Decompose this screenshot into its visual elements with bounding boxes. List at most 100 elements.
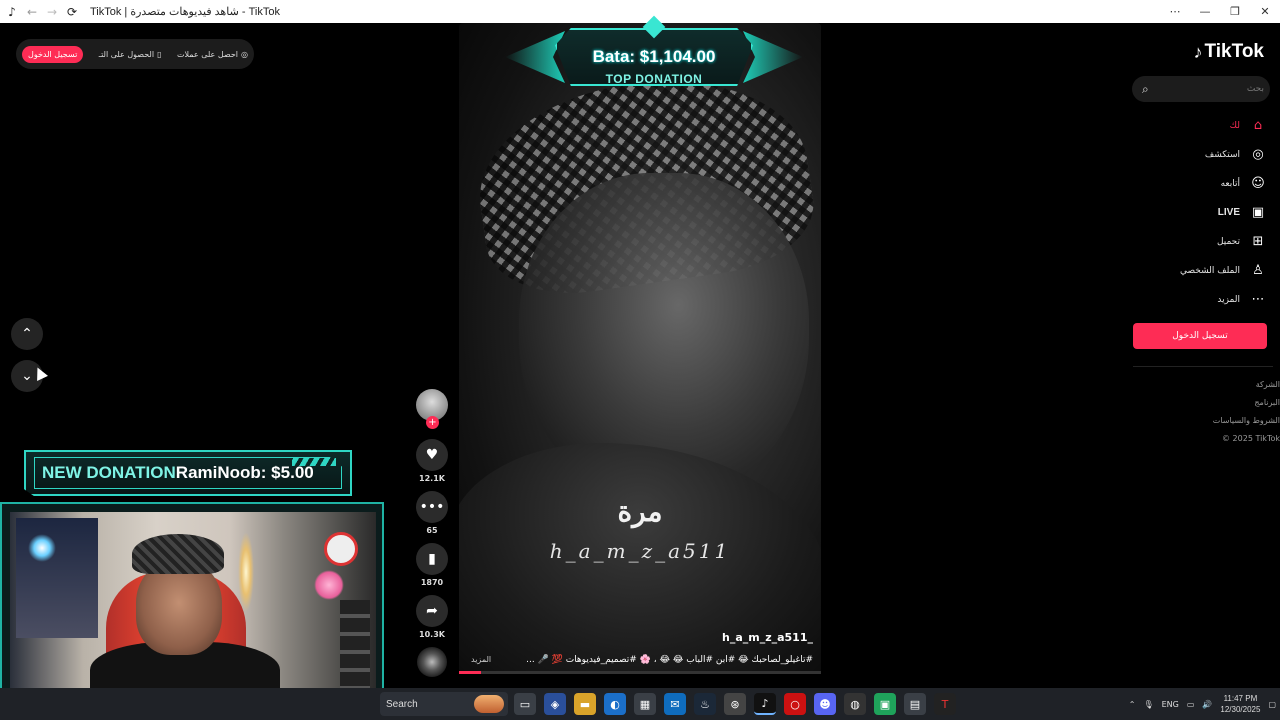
get-coins-button[interactable]: احصل على عملات ◎ xyxy=(177,50,248,59)
more-icon[interactable]: ⋯ xyxy=(1160,0,1190,23)
file-explorer-icon[interactable]: ▬ xyxy=(574,693,596,715)
share-action[interactable]: ➦ 10.3K xyxy=(413,595,451,639)
store-icon[interactable]: ▦ xyxy=(634,693,656,715)
comment-icon[interactable]: ••• xyxy=(416,491,448,523)
sidebar-item-label: LIVE xyxy=(1217,207,1240,218)
sidebar-divider xyxy=(1133,366,1273,367)
search-input[interactable]: بحث ⌕ xyxy=(1132,76,1270,102)
footer-link-terms[interactable]: الشروط والسياسات xyxy=(1213,412,1280,430)
coin-icon: ◎ xyxy=(241,49,248,59)
back-icon[interactable]: ← xyxy=(24,4,40,20)
get-app-label: الحصول على التـ xyxy=(98,49,155,59)
sidebar-item-explore[interactable]: استكشف ◎ xyxy=(1180,140,1266,169)
opera-icon[interactable]: ○ xyxy=(784,693,806,715)
login-button[interactable]: تسجيل الدخول xyxy=(1133,323,1267,349)
get-coins-label: احصل على عملات xyxy=(176,49,238,59)
video-author[interactable]: h_a_m_z_a511_ xyxy=(722,631,813,644)
browser-titlebar: ♪ ← → ⟳ TikTok | شاهد فيديوهات متصدرة - … xyxy=(0,0,1280,23)
sidebar-item-more[interactable]: المزيد ⋯ xyxy=(1180,285,1266,314)
login-button-small[interactable]: تسجيل الدخول xyxy=(22,45,84,63)
bookmark-count: 1870 xyxy=(420,578,444,587)
music-disc-icon[interactable] xyxy=(417,647,447,677)
sidebar-item-live[interactable]: LIVE ▣ xyxy=(1180,198,1266,227)
green-app-icon[interactable]: ▣ xyxy=(874,693,896,715)
taskbar-search-label: Search xyxy=(386,698,418,710)
top-donation-overlay: Bata: $1,104.00 TOP DONATION xyxy=(505,15,803,91)
top-donation-label: TOP DONATION xyxy=(605,72,703,86)
creator-avatar[interactable]: + xyxy=(416,389,448,429)
video-actions: + ♥ 12.1K ••• 65 ▮ 1870 ➦ 10.3K xyxy=(413,389,451,677)
discord-icon[interactable]: ☻ xyxy=(814,693,836,715)
ak-app-icon[interactable]: ⊛ xyxy=(724,693,746,715)
bookmark-action[interactable]: ▮ 1870 xyxy=(413,543,451,587)
profile-icon: ♙ xyxy=(1252,263,1264,278)
copilot-icon[interactable]: ◈ xyxy=(544,693,566,715)
phone-icon: ▯ xyxy=(157,49,162,59)
get-app-button[interactable]: الحصول على التـ ▯ xyxy=(99,50,162,59)
new-donation-name-amount: RamiNoob: $5.00 xyxy=(175,463,314,482)
taskbar-clock[interactable]: 11:47 PM 12/30/2025 xyxy=(1220,693,1260,715)
sidebar: ♪ TikTok بحث ⌕ لك ⌂ استكشف ◎ أتابعه ☺ LI… xyxy=(1128,23,1280,688)
upload-icon: ⊞ xyxy=(1252,234,1264,249)
share-icon[interactable]: ➦ xyxy=(416,595,448,627)
tiktok-logo[interactable]: ♪ TikTok xyxy=(1194,41,1264,63)
edge-icon[interactable]: ◐ xyxy=(604,693,626,715)
sidebar-item-following[interactable]: أتابعه ☺ xyxy=(1180,169,1266,198)
search-icon[interactable]: ⌕ xyxy=(1142,82,1149,97)
search-highlight-icon xyxy=(474,695,504,713)
tiktok-taskbar-icon[interactable]: ♪ xyxy=(754,693,776,715)
steam-icon[interactable]: ♨ xyxy=(694,693,716,715)
reload-icon[interactable]: ⟳ xyxy=(64,4,80,20)
task-view-icon[interactable]: ▭ xyxy=(514,693,536,715)
new-donation-label: NEW DONATION xyxy=(42,463,176,482)
taskbar-apps: ▭ ◈ ▬ ◐ ▦ ✉ ♨ ⊛ ♪ ○ ☻ ◍ ▣ ▤ T xyxy=(514,693,956,715)
sidebar-item-label: تحميل xyxy=(1216,236,1240,247)
home-icon: ⌂ xyxy=(1253,118,1263,133)
volume-icon[interactable]: 🔊 xyxy=(1202,700,1212,709)
previous-video-button[interactable]: ⌃ xyxy=(11,318,43,350)
streamer-face xyxy=(136,560,222,655)
comment-action[interactable]: ••• 65 xyxy=(413,491,451,535)
close-icon[interactable]: ✕ xyxy=(1250,0,1280,23)
video-player[interactable]: مرة h_a_m_z_a511 h_a_m_z_a511_ #تاغيلو_ل… xyxy=(459,23,821,673)
taskbar-search[interactable]: Search xyxy=(380,692,508,716)
sidebar-item-label: المزيد xyxy=(1217,294,1240,305)
like-action[interactable]: ♥ 12.1K xyxy=(413,439,451,483)
share-count: 10.3K xyxy=(419,630,445,639)
sidebar-item-upload[interactable]: تحميل ⊞ xyxy=(1180,227,1266,256)
tray-expand-icon[interactable]: ⌃ xyxy=(1129,700,1136,709)
sidebar-item-label: أتابعه xyxy=(1220,178,1240,189)
sidebar-item-profile[interactable]: الملف الشخصي ♙ xyxy=(1180,256,1266,285)
tf-app-icon[interactable]: T xyxy=(934,693,956,715)
video-more-link[interactable]: المزيد xyxy=(471,655,491,664)
bookmark-icon[interactable]: ▮ xyxy=(416,543,448,575)
notifications-icon[interactable]: ▢ xyxy=(1268,700,1276,709)
follow-plus-icon[interactable]: + xyxy=(426,416,439,429)
sidebar-item-label: الملف الشخصي xyxy=(1180,265,1240,276)
video-progress-bar[interactable] xyxy=(459,671,821,674)
flower-decoration xyxy=(314,570,344,600)
footer-link-program[interactable]: البرنامج xyxy=(1213,394,1280,412)
forward-icon[interactable]: → xyxy=(44,4,60,20)
network-icon[interactable]: ▭ xyxy=(1187,700,1195,709)
live-icon: ▣ xyxy=(1251,205,1265,220)
microphone-icon[interactable]: 🎙 xyxy=(1143,700,1153,709)
more-dots-icon: ⋯ xyxy=(1251,292,1265,307)
sidebar-item-for-you[interactable]: لك ⌂ xyxy=(1180,111,1266,140)
video-caption-handle: h_a_m_z_a511 xyxy=(549,539,731,563)
sidebar-footer: الشركة البرنامج الشروط والسياسات © 2025 … xyxy=(1213,376,1280,448)
tiktok-app-icon: ♪ xyxy=(8,4,16,19)
heart-icon[interactable]: ♥ xyxy=(416,439,448,471)
outlook-icon[interactable]: ✉ xyxy=(664,693,686,715)
new-donation-text: NEW DONATIONRamiNoob: $5.00 xyxy=(42,463,314,483)
maximize-icon[interactable]: ❐ xyxy=(1220,0,1250,23)
language-indicator[interactable]: ENG xyxy=(1162,700,1179,709)
clock-date: 12/30/2025 xyxy=(1220,705,1261,714)
top-actions-pill: تسجيل الدخول الحصول على التـ ▯ احصل على … xyxy=(16,39,254,69)
obs-icon[interactable]: ◍ xyxy=(844,693,866,715)
mail-app-icon[interactable]: ▤ xyxy=(904,693,926,715)
system-tray: ⌃ 🎙 ENG ▭ 🔊 11:47 PM 12/30/2025 ▢ xyxy=(1129,688,1276,720)
windows-taskbar: Search ▭ ◈ ▬ ◐ ▦ ✉ ♨ ⊛ ♪ ○ ☻ ◍ ▣ ▤ T ⌃ 🎙… xyxy=(0,688,1280,720)
minimize-icon[interactable]: — xyxy=(1190,0,1220,23)
footer-link-company[interactable]: الشركة xyxy=(1213,376,1280,394)
